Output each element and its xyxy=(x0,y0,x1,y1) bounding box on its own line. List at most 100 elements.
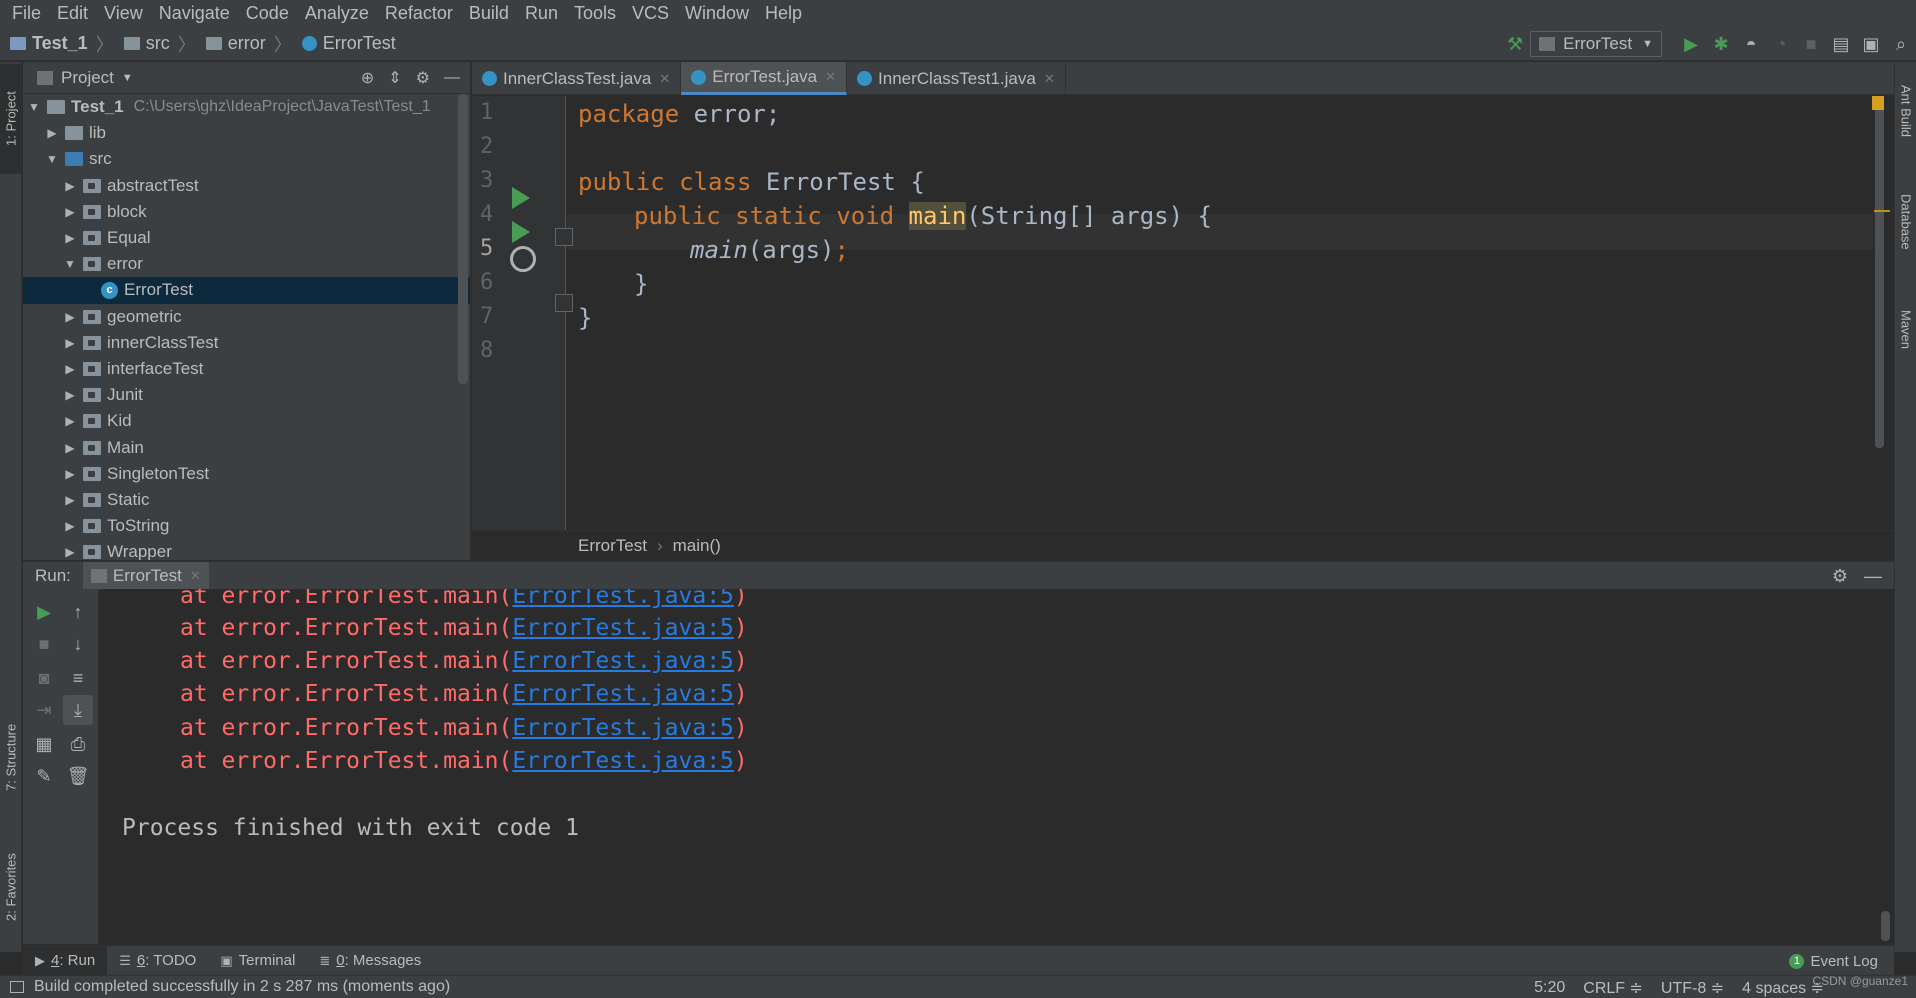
menu-tools[interactable]: Tools xyxy=(566,0,624,27)
menu-window[interactable]: Window xyxy=(677,0,757,27)
arrow-up-icon[interactable]: ↑ xyxy=(63,597,93,627)
stop-icon[interactable]: ■ xyxy=(29,629,59,659)
expand-arrow-icon[interactable]: ▶ xyxy=(61,414,79,428)
event-log-button[interactable]: 1 Event Log xyxy=(1789,946,1878,976)
trash-icon[interactable]: 🗑 xyxy=(63,761,93,791)
build-hammer-icon[interactable]: ⚒ xyxy=(1500,29,1530,59)
line-separator-select[interactable]: CRLF ≑ xyxy=(1583,978,1643,998)
expand-arrow-icon[interactable]: ▼ xyxy=(25,100,43,114)
menu-view[interactable]: View xyxy=(96,0,151,27)
project-structure-icon[interactable]: ▤ xyxy=(1826,29,1856,59)
window-layout-icon[interactable]: ▣ xyxy=(1856,29,1886,59)
expand-arrow-icon[interactable]: ▶ xyxy=(61,205,79,219)
expand-arrow-icon[interactable]: ▶ xyxy=(61,545,79,559)
tab-errortest[interactable]: ErrorTest.java ✕ xyxy=(681,62,848,95)
tab-structure-tool[interactable]: 7: Structure xyxy=(0,702,22,812)
trace-source-link[interactable]: ErrorTest.java:5 xyxy=(512,715,734,741)
expand-arrow-icon[interactable]: ▼ xyxy=(43,152,61,166)
camera-icon[interactable]: ◙ xyxy=(29,663,59,693)
run-class-gutter-icon[interactable] xyxy=(512,187,530,209)
expand-arrow-icon[interactable]: ▶ xyxy=(61,179,79,193)
trace-source-link[interactable]: ErrorTest.java:5 xyxy=(512,589,734,609)
tree-item-error[interactable]: ▼ error xyxy=(23,251,470,277)
close-icon[interactable]: ✕ xyxy=(1044,71,1055,87)
expand-arrow-icon[interactable]: ▶ xyxy=(61,441,79,455)
tree-item-src[interactable]: ▼ src xyxy=(23,146,470,172)
project-panel-title[interactable]: Project xyxy=(61,68,114,88)
expand-arrow-icon[interactable]: ▶ xyxy=(61,388,79,402)
expand-arrow-icon[interactable]: ▶ xyxy=(61,362,79,376)
stop-icon[interactable]: ■ xyxy=(1796,29,1826,59)
run-console[interactable]: at error.ErrorTest.main(ErrorTest.java:5… xyxy=(100,589,1894,944)
expand-arrow-icon[interactable]: ▶ xyxy=(61,336,79,350)
debug-icon[interactable]: ✱ xyxy=(1706,29,1736,59)
tab-project-tool[interactable]: 1: Project xyxy=(0,64,22,174)
fold-marker-icon[interactable] xyxy=(555,294,573,312)
menu-analyze[interactable]: Analyze xyxy=(297,0,377,27)
tab-maven[interactable]: Maven xyxy=(1895,290,1916,370)
tree-item-static[interactable]: ▶ Static xyxy=(23,487,470,513)
trace-source-link[interactable]: ErrorTest.java:5 xyxy=(512,615,734,641)
tree-item-kid[interactable]: ▶ Kid xyxy=(23,408,470,434)
arrow-down-icon[interactable]: ↓ xyxy=(63,629,93,659)
collapse-all-icon[interactable]: ⇕ xyxy=(388,68,401,88)
gear-icon[interactable]: ⚙ xyxy=(1832,566,1848,587)
warning-stripe-marker[interactable] xyxy=(1874,210,1890,212)
fold-marker-icon[interactable] xyxy=(555,228,573,246)
menu-code[interactable]: Code xyxy=(238,0,297,27)
locate-icon[interactable]: ⊕ xyxy=(361,68,374,88)
tab-favorites-tool[interactable]: 2: Favorites xyxy=(0,832,22,942)
analysis-status-icon[interactable] xyxy=(1872,96,1884,110)
rerun-icon[interactable]: ▶ xyxy=(29,597,59,627)
expand-arrow-icon[interactable]: ▶ xyxy=(61,493,79,507)
breadcrumb-package[interactable]: error 〉 xyxy=(205,31,292,57)
coverage-icon[interactable]: ◓ xyxy=(1736,29,1766,59)
editor-crumb-class[interactable]: ErrorTest xyxy=(578,536,647,556)
tree-item-block[interactable]: ▶ block xyxy=(23,199,470,225)
close-icon[interactable]: ✕ xyxy=(659,71,670,87)
expand-arrow-icon[interactable]: ▶ xyxy=(61,467,79,481)
run-tab-errortest[interactable]: ErrorTest ✕ xyxy=(82,561,209,590)
tab-database[interactable]: Database xyxy=(1895,172,1916,272)
run-icon[interactable]: ▶ xyxy=(1676,29,1706,59)
menu-refactor[interactable]: Refactor xyxy=(377,0,461,27)
tab-terminal[interactable]: ▣ Terminal xyxy=(208,946,307,976)
exit-icon[interactable]: ⇥ xyxy=(29,695,59,725)
menu-edit[interactable]: Edit xyxy=(49,0,96,27)
minimize-icon[interactable]: — xyxy=(1864,566,1882,587)
pin-icon[interactable]: ✎ xyxy=(29,761,59,791)
tree-item-singletontest[interactable]: ▶ SingletonTest xyxy=(23,461,470,487)
caret-position[interactable]: 5:20 xyxy=(1534,979,1565,997)
gear-icon[interactable]: ⚙ xyxy=(416,68,430,88)
tree-item-root[interactable]: ▼ Test_1 C:\Users\ghz\IdeaProject\JavaTe… xyxy=(23,94,470,120)
menu-vcs[interactable]: VCS xyxy=(624,0,677,27)
editor-scrollbar[interactable] xyxy=(1875,96,1884,448)
tab-messages[interactable]: ≣ 0: Messages xyxy=(307,946,433,976)
menu-file[interactable]: File xyxy=(4,0,49,27)
run-configuration-select[interactable]: ErrorTest ▼ xyxy=(1530,31,1662,57)
tree-item-wrapper[interactable]: ▶ Wrapper xyxy=(23,539,470,560)
tab-run[interactable]: ▶ 4: Run xyxy=(23,945,108,976)
scroll-to-end-icon[interactable]: ⤓ xyxy=(63,695,93,725)
tab-ant-build[interactable]: Ant Build xyxy=(1895,66,1916,156)
expand-arrow-icon[interactable]: ▶ xyxy=(61,231,79,245)
tree-item-interfacetest[interactable]: ▶ interfaceTest xyxy=(23,356,470,382)
encoding-select[interactable]: UTF-8 ≑ xyxy=(1661,978,1724,998)
tab-innerclasstest1[interactable]: InnerClassTest1.java ✕ xyxy=(847,62,1066,95)
breadcrumb-src[interactable]: src 〉 xyxy=(123,31,196,57)
breadcrumb-class[interactable]: ErrorTest xyxy=(301,33,396,54)
editor-crumb-method[interactable]: main() xyxy=(673,536,721,556)
tree-item-equal[interactable]: ▶ Equal xyxy=(23,225,470,251)
expand-arrow-icon[interactable]: ▶ xyxy=(43,126,61,140)
tree-item-errortest[interactable]: c ErrorTest xyxy=(23,277,470,304)
toggle-tool-windows-icon[interactable] xyxy=(10,981,24,993)
tree-item-main[interactable]: ▶ Main xyxy=(23,434,470,460)
project-scrollbar[interactable] xyxy=(458,94,468,384)
expand-arrow-icon[interactable]: ▶ xyxy=(61,310,79,324)
console-scrollbar[interactable] xyxy=(1881,911,1890,941)
soft-wrap-icon[interactable]: ≡ xyxy=(63,663,93,693)
code-editor[interactable]: 1 2 3 4 5 6 7 8 package error; public cl… xyxy=(472,96,1894,530)
menu-help[interactable]: Help xyxy=(757,0,810,27)
print-icon[interactable]: ⎙ xyxy=(63,729,93,759)
trace-source-link[interactable]: ErrorTest.java:5 xyxy=(512,748,734,774)
